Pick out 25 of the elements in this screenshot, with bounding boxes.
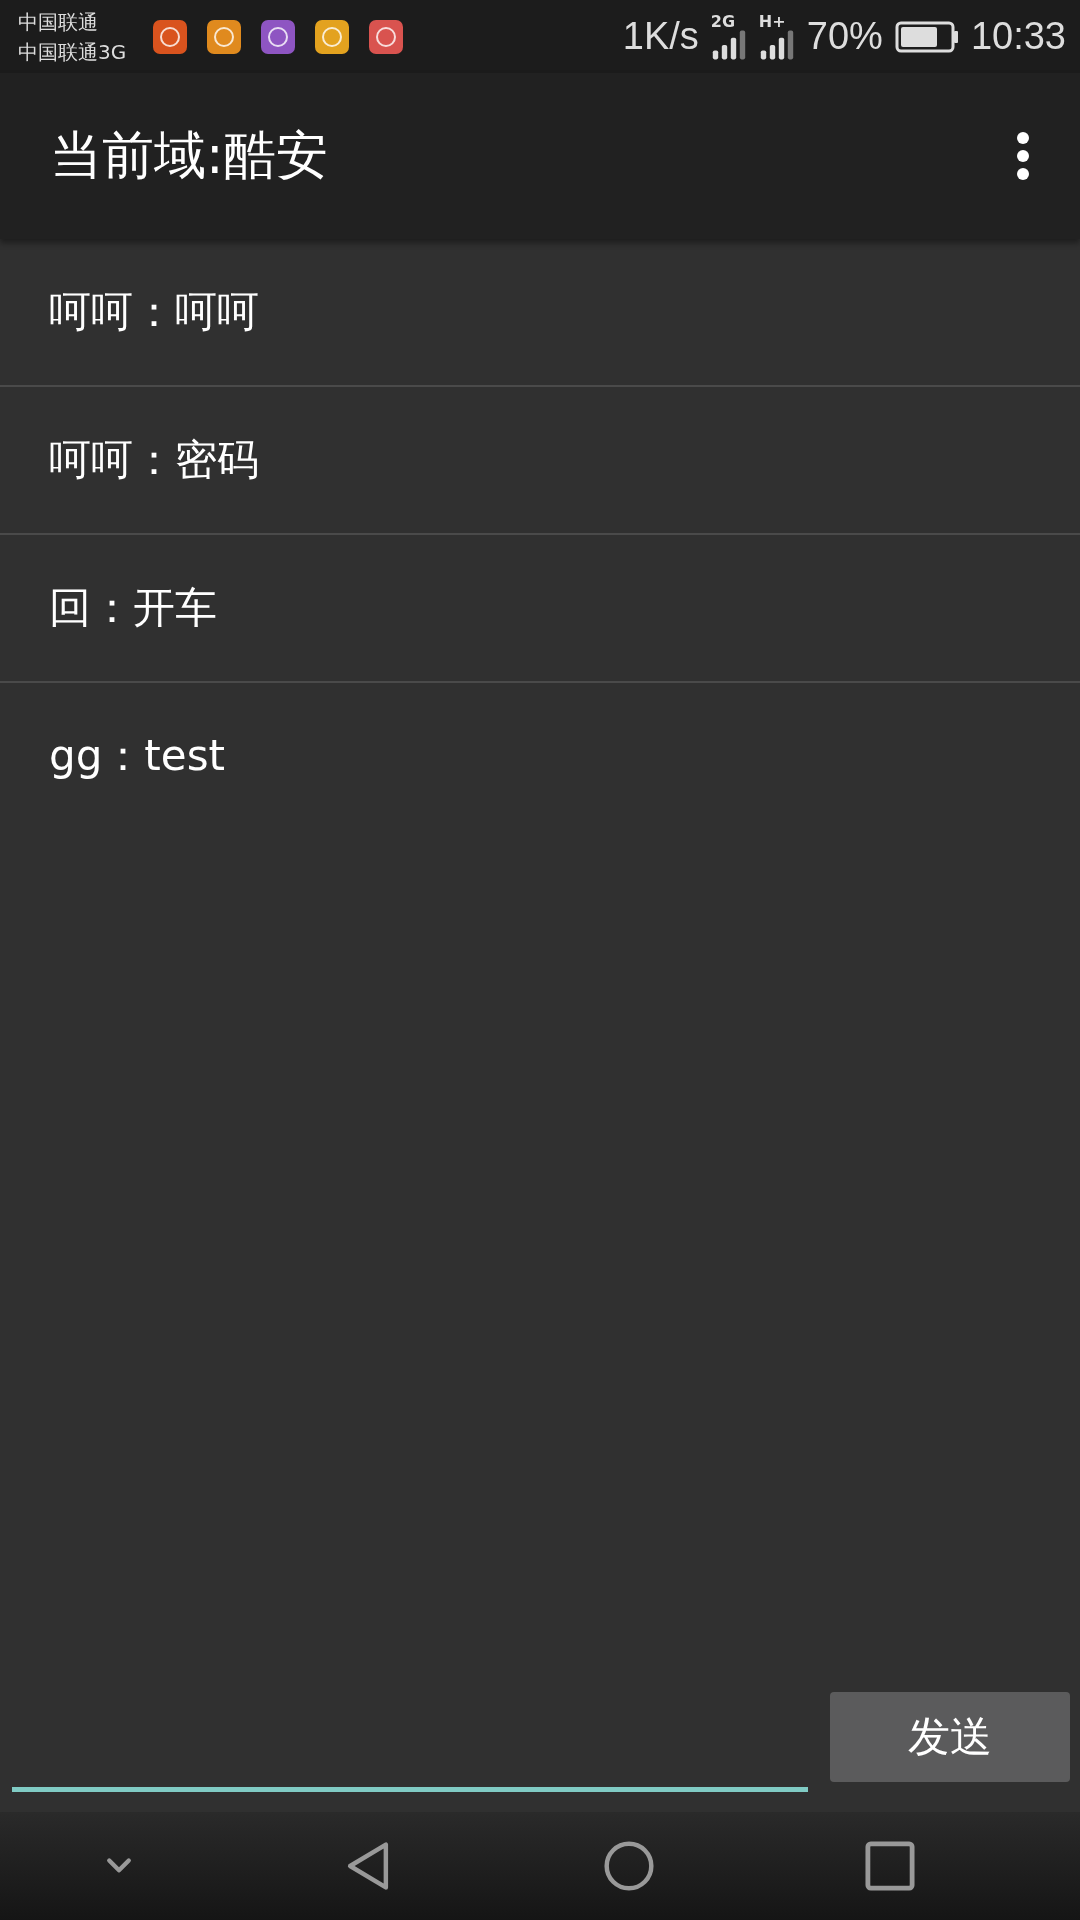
message-text: gg：test: [49, 730, 225, 782]
carrier-name: 中国联通: [18, 8, 99, 36]
message-text: 呵呵：呵呵: [49, 286, 259, 338]
app-notification-icon: [368, 18, 405, 55]
send-button[interactable]: 发送: [830, 1692, 1070, 1782]
app-notification-icon: [260, 18, 297, 55]
carrier-name: 中国联通3G: [18, 38, 127, 66]
clock-time: 10:33: [970, 15, 1066, 58]
home-icon[interactable]: [603, 1841, 654, 1891]
app-notification-icon: [206, 18, 243, 55]
battery-icon: [894, 20, 959, 53]
signal-icon: [758, 29, 795, 60]
message-text: 回：开车: [49, 582, 217, 634]
app-notification-icon: [314, 18, 351, 55]
network-type: 2G: [710, 13, 736, 30]
app-title: 当前域:酷安: [50, 124, 329, 187]
network-type: H+: [758, 13, 786, 30]
network-speed: 1K/s: [622, 15, 699, 58]
recents-icon[interactable]: [864, 1841, 915, 1891]
chevron-down-icon[interactable]: [105, 1857, 132, 1875]
signal-icon: [710, 29, 747, 60]
battery-percent: 70%: [806, 15, 883, 58]
overflow-menu-icon[interactable]: [1016, 131, 1030, 181]
app-notification-icon: [152, 18, 189, 55]
message-text: 呵呵：密码: [49, 434, 259, 486]
